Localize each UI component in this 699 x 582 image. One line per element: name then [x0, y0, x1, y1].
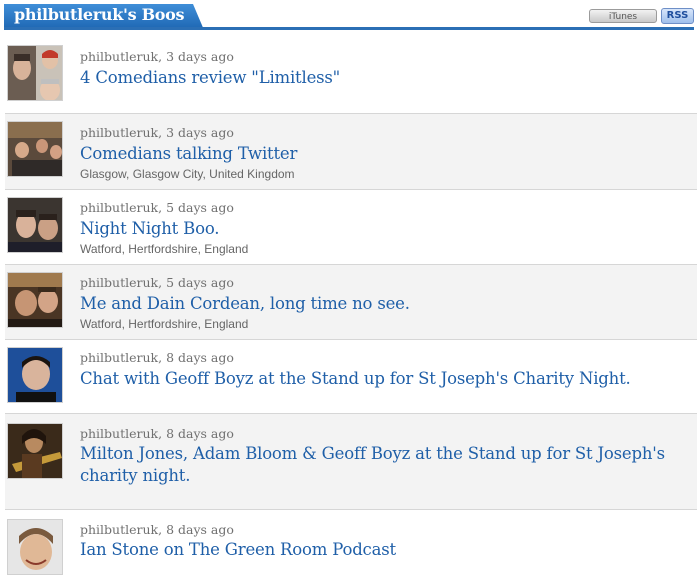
list-item[interactable]: philbutleruk, 8 days ago Ian Stone on Th… — [5, 510, 697, 582]
list-item[interactable]: philbutleruk, 3 days ago Comedians talki… — [5, 114, 697, 190]
avatar[interactable] — [7, 197, 63, 253]
page-header: philbutleruk's Boos iTunes RSS — [0, 0, 699, 32]
list-item[interactable]: philbutleruk, 5 days ago Night Night Boo… — [5, 190, 697, 265]
item-location[interactable]: Glasgow, Glasgow City, United Kingdom — [80, 167, 295, 181]
item-user[interactable]: philbutleruk — [80, 275, 158, 290]
item-title[interactable]: Me and Dain Cordean, long time no see. — [80, 293, 690, 315]
avatar[interactable] — [7, 423, 63, 479]
item-location[interactable]: Watford, Hertfordshire, England — [80, 242, 248, 256]
item-time: , 3 days ago — [158, 125, 234, 140]
item-user[interactable]: philbutleruk — [80, 200, 158, 215]
avatar[interactable] — [7, 519, 63, 575]
header-divider — [4, 27, 694, 30]
avatar[interactable] — [7, 272, 63, 328]
item-time: , 8 days ago — [158, 426, 234, 441]
item-meta: philbutleruk, 3 days ago — [80, 125, 234, 140]
item-meta: philbutleruk, 5 days ago — [80, 200, 234, 215]
item-meta: philbutleruk, 8 days ago — [80, 350, 234, 365]
item-location[interactable]: Watford, Hertfordshire, England — [80, 317, 248, 331]
avatar[interactable] — [7, 347, 63, 403]
list-item[interactable]: philbutleruk, 5 days ago Me and Dain Cor… — [5, 265, 697, 340]
item-title[interactable]: Milton Jones, Adam Bloom & Geoff Boyz at… — [80, 443, 690, 487]
itunes-button[interactable]: iTunes — [589, 9, 657, 23]
item-time: , 5 days ago — [158, 275, 234, 290]
item-title[interactable]: Chat with Geoff Boyz at the Stand up for… — [80, 368, 690, 390]
item-meta: philbutleruk, 8 days ago — [80, 426, 234, 441]
page-title: philbutleruk's Boos — [14, 5, 185, 24]
item-title[interactable]: 4 Comedians review "Limitless" — [80, 67, 690, 89]
rss-button[interactable]: RSS — [661, 8, 694, 24]
item-user[interactable]: philbutleruk — [80, 49, 158, 64]
list-item[interactable]: philbutleruk, 3 days ago 4 Comedians rev… — [5, 38, 697, 114]
list-item[interactable]: philbutleruk, 8 days ago Chat with Geoff… — [5, 340, 697, 414]
item-time: , 5 days ago — [158, 200, 234, 215]
item-title[interactable]: Ian Stone on The Green Room Podcast — [80, 539, 690, 561]
item-time: , 3 days ago — [158, 49, 234, 64]
item-title[interactable]: Night Night Boo. — [80, 218, 690, 240]
item-user[interactable]: philbutleruk — [80, 350, 158, 365]
avatar[interactable] — [7, 45, 63, 101]
item-meta: philbutleruk, 8 days ago — [80, 522, 234, 537]
item-user[interactable]: philbutleruk — [80, 426, 158, 441]
list-item[interactable]: philbutleruk, 8 days ago Milton Jones, A… — [5, 414, 697, 510]
item-time: , 8 days ago — [158, 350, 234, 365]
item-time: , 8 days ago — [158, 522, 234, 537]
avatar[interactable] — [7, 121, 63, 177]
item-meta: philbutleruk, 5 days ago — [80, 275, 234, 290]
item-title[interactable]: Comedians talking Twitter — [80, 143, 690, 165]
item-user[interactable]: philbutleruk — [80, 125, 158, 140]
item-user[interactable]: philbutleruk — [80, 522, 158, 537]
item-meta: philbutleruk, 3 days ago — [80, 49, 234, 64]
